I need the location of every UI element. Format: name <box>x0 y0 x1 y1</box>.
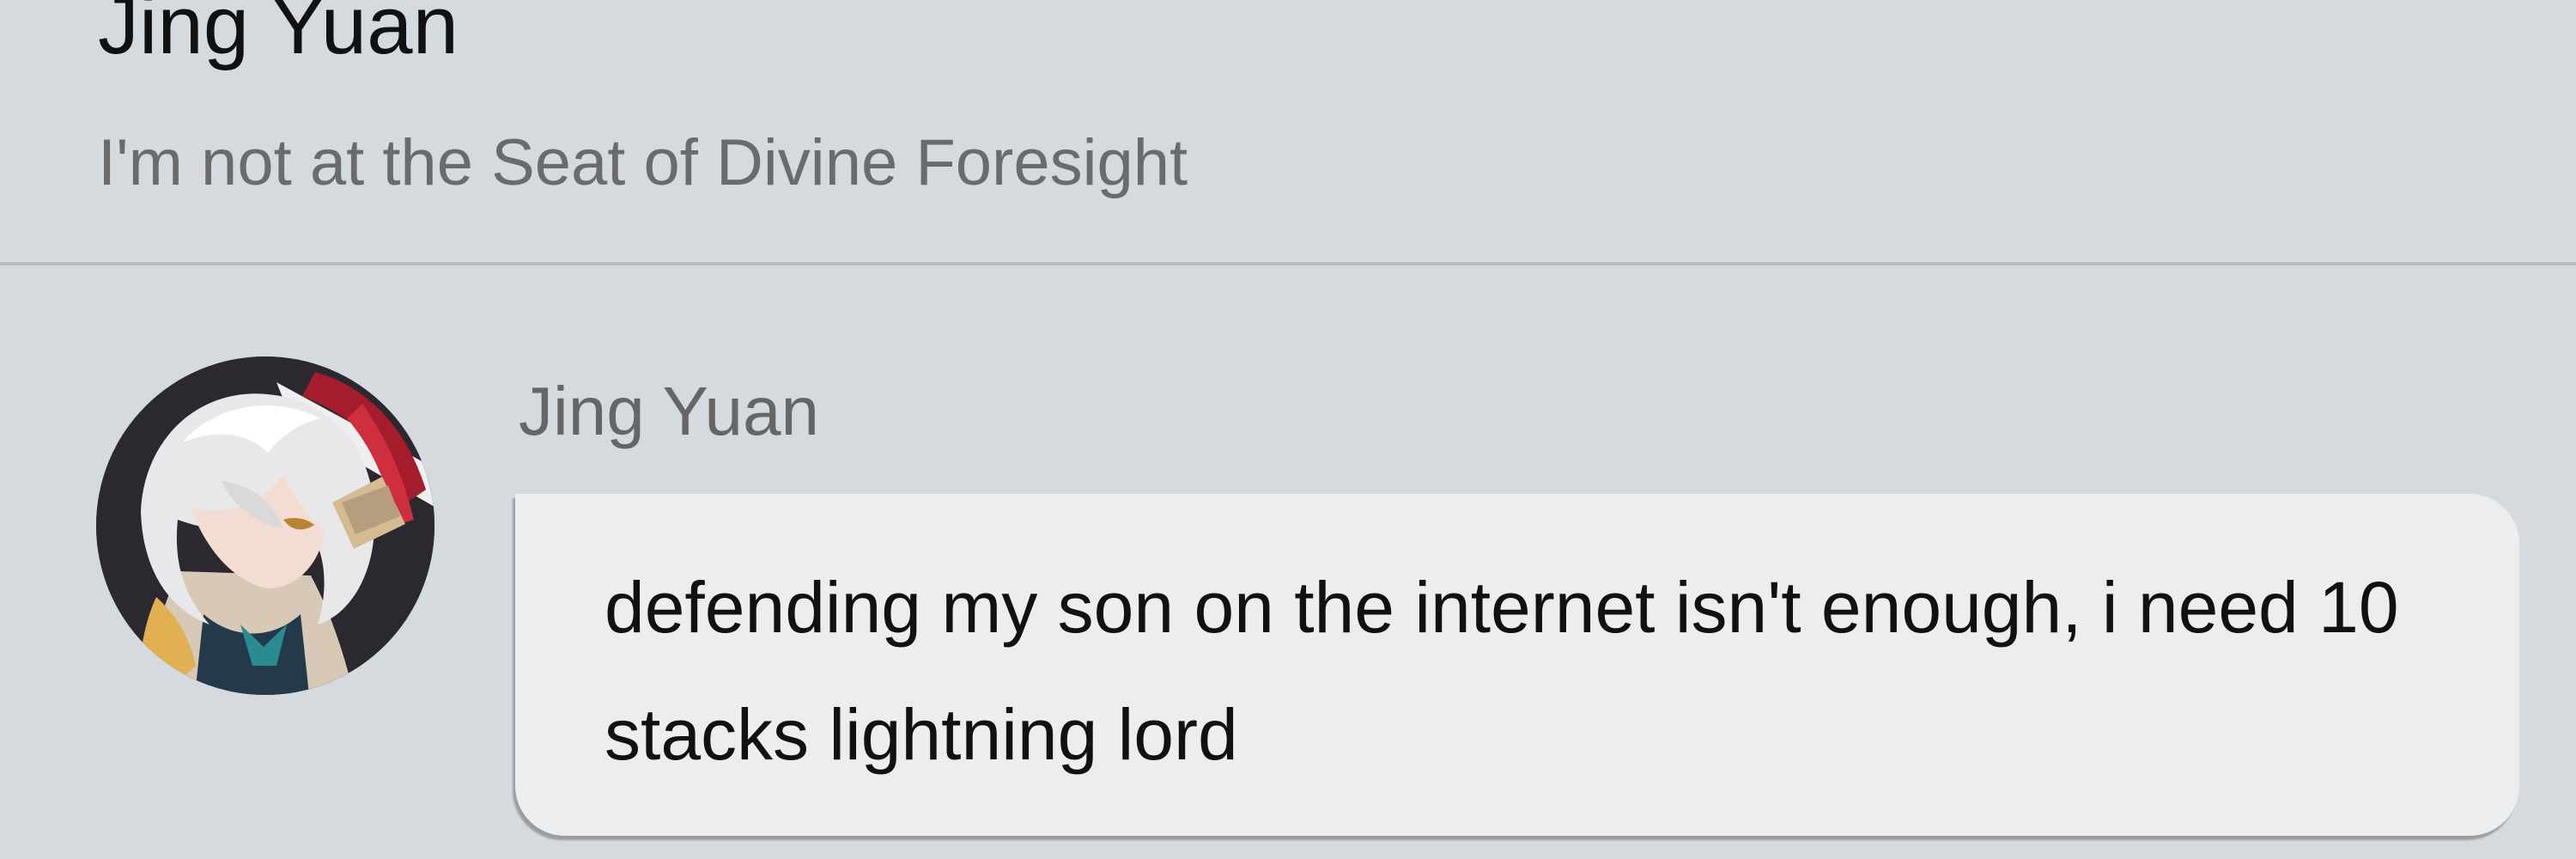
chat-window: Jing Yuan I'm not at the Seat of Divine … <box>0 0 2576 859</box>
message-text: defending my son on the internet isn't e… <box>605 567 2399 775</box>
contact-name: Jing Yuan <box>98 0 459 71</box>
sender-name: Jing Yuan <box>519 373 819 449</box>
message-row: Jing Yuan defending my son on the intern… <box>0 265 2576 859</box>
anime-character-avatar-icon <box>96 356 434 695</box>
message-bubble[interactable]: defending my son on the internet isn't e… <box>515 494 2519 836</box>
avatar[interactable] <box>96 356 434 695</box>
contact-status: I'm not at the Seat of Divine Foresight <box>98 126 1188 199</box>
chat-header: Jing Yuan I'm not at the Seat of Divine … <box>0 0 2576 265</box>
